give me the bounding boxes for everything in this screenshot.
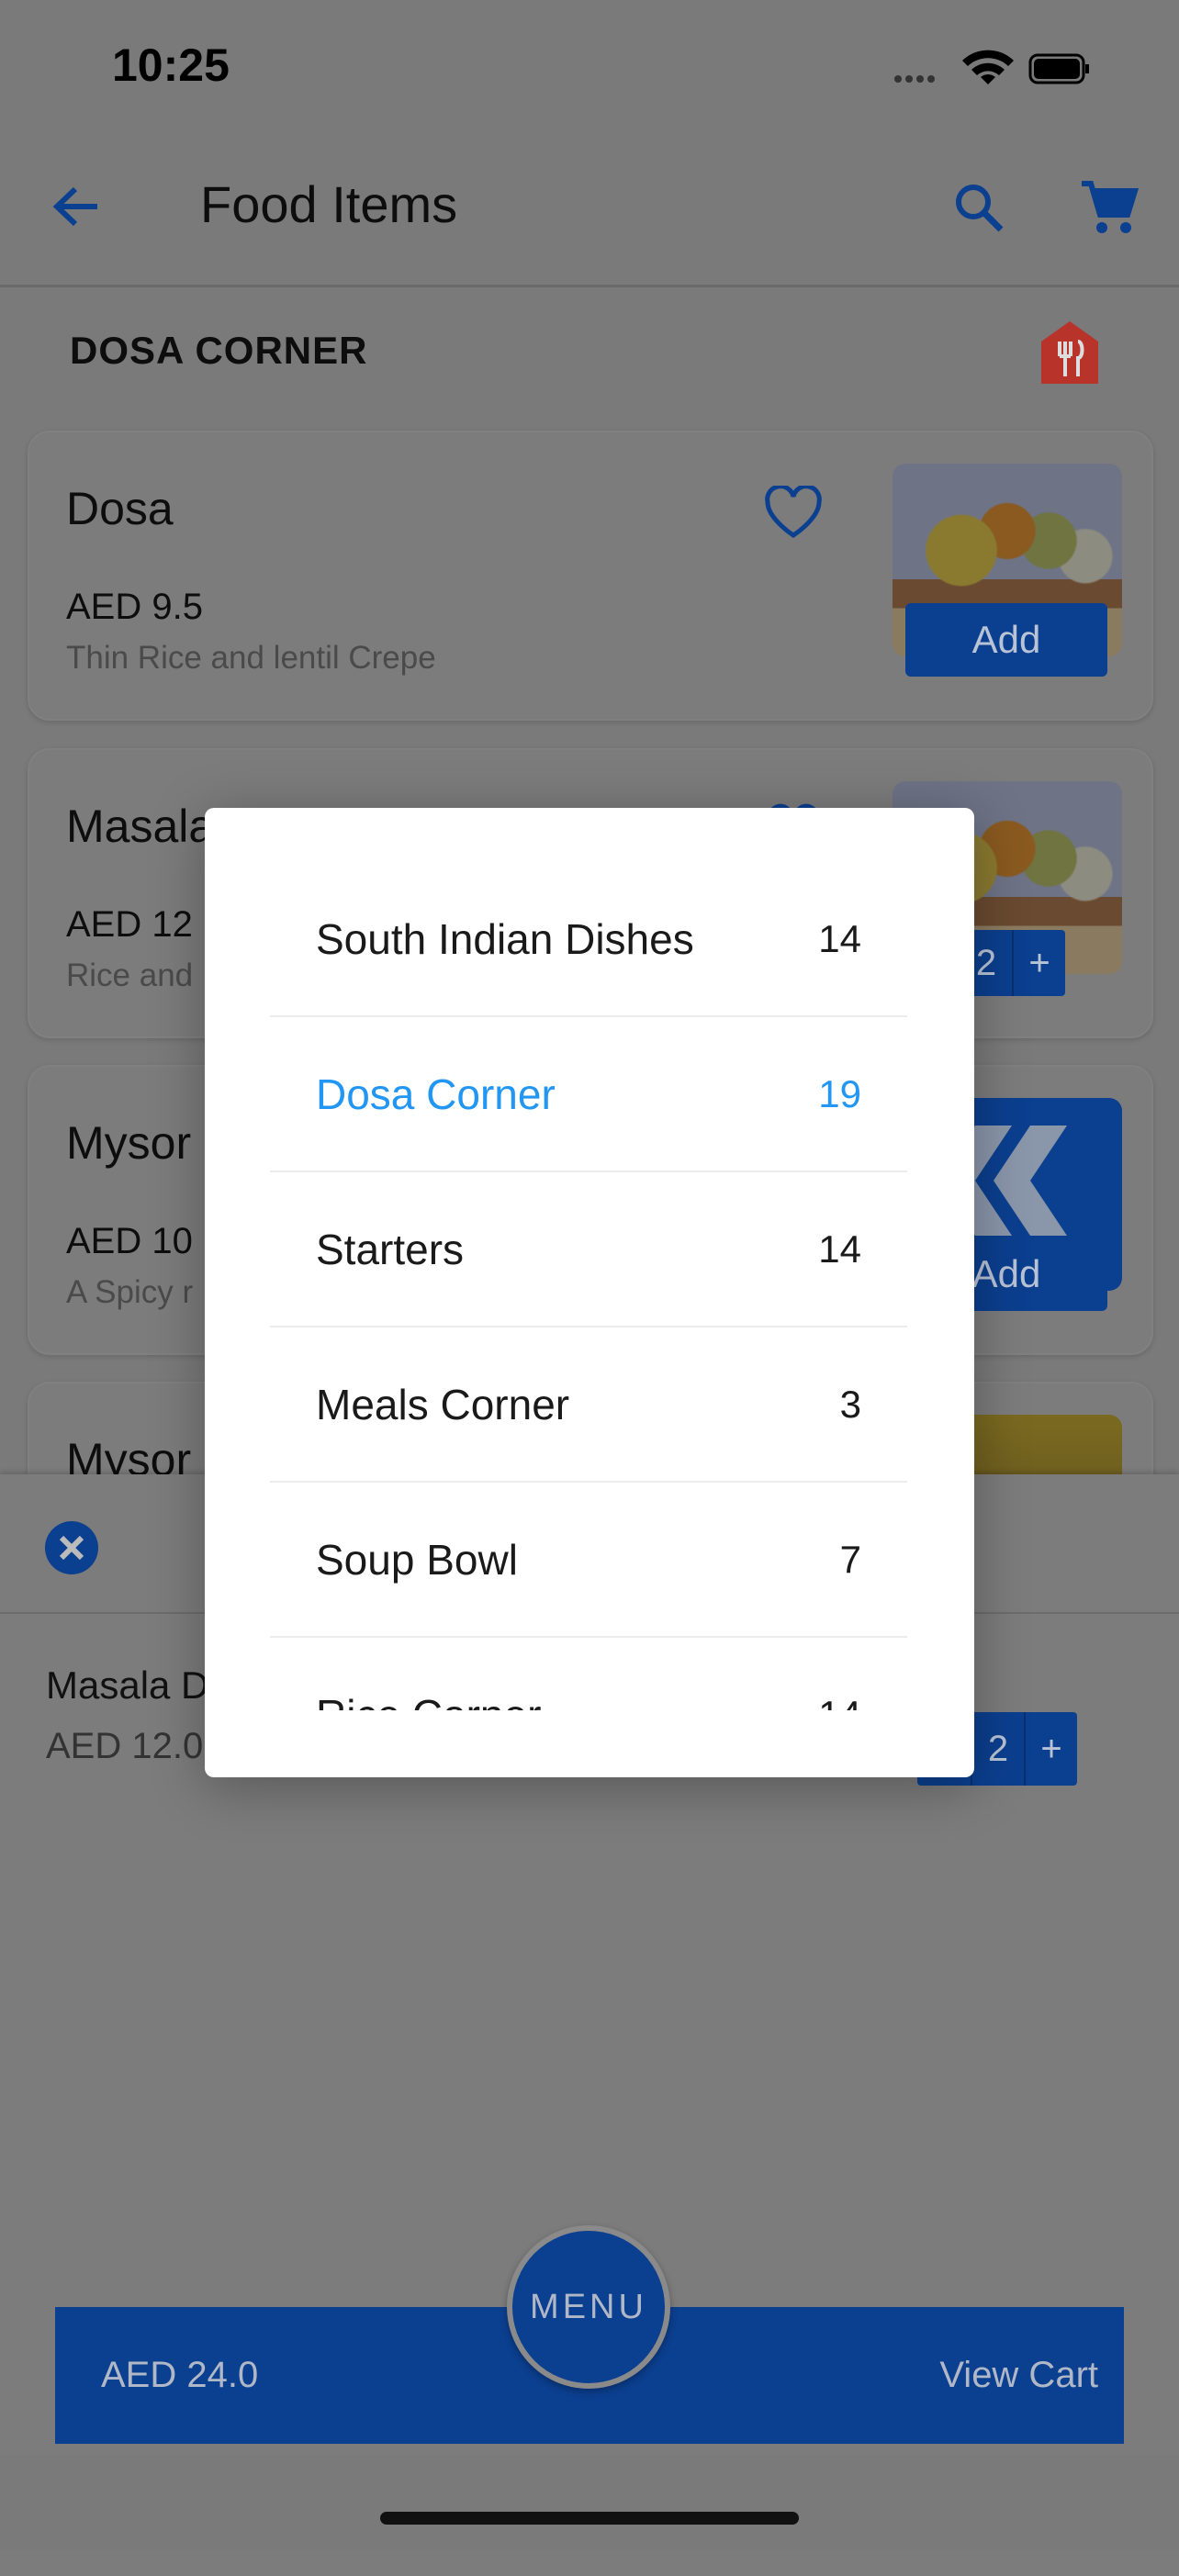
category-item[interactable]: Starters 14 xyxy=(270,1172,907,1327)
status-icons xyxy=(894,50,1089,84)
restaurant-icon xyxy=(1041,321,1098,384)
cart-total: AED 24.0 xyxy=(101,2355,259,2395)
category-count: 14 xyxy=(818,1693,861,1711)
category-count: 14 xyxy=(818,916,861,960)
category-item[interactable]: Soup Bowl 7 xyxy=(270,1483,907,1638)
back-arrow-icon[interactable] xyxy=(51,184,103,230)
category-item[interactable]: Meals Corner 3 xyxy=(270,1327,907,1483)
close-icon[interactable] xyxy=(44,1520,99,1575)
header-divider xyxy=(0,285,1179,287)
page-title: Food Items xyxy=(200,175,458,233)
increment-button[interactable]: + xyxy=(1012,930,1065,996)
category-count: 14 xyxy=(818,1226,861,1271)
item-name: Dosa xyxy=(66,483,174,534)
category-item[interactable]: South Indian Dishes 14 xyxy=(270,862,907,1017)
category-item[interactable]: Dosa Corner 19 xyxy=(270,1017,907,1172)
category-count: 7 xyxy=(839,1537,861,1581)
category-count: 19 xyxy=(818,1071,861,1115)
item-name: Masala xyxy=(66,801,215,852)
category-label: Starters xyxy=(316,1225,465,1273)
category-label: South Indian Dishes xyxy=(316,914,694,963)
item-price: AED 12 xyxy=(66,904,193,945)
item-description: Rice and xyxy=(66,958,194,993)
search-icon[interactable] xyxy=(951,180,1006,235)
item-description: A Spicy r xyxy=(66,1274,194,1310)
status-time: 10:25 xyxy=(112,39,230,91)
category-label: Rice Corner xyxy=(316,1690,541,1711)
menu-button[interactable]: MENU xyxy=(507,2225,670,2389)
cart-item-price: AED 12.0 xyxy=(46,1726,204,1766)
increment-button[interactable]: + xyxy=(1024,1712,1077,1786)
cart-icon[interactable] xyxy=(1080,178,1139,237)
view-cart-button[interactable]: View Cart xyxy=(939,2355,1098,2396)
category-list[interactable]: South Indian Dishes 14 Dosa Corner 19 Starte… xyxy=(270,808,907,1710)
section-title: DOSA CORNER xyxy=(70,329,368,372)
category-label: Meals Corner xyxy=(316,1380,570,1428)
quantity-value: 2 xyxy=(971,1712,1024,1786)
category-label: Soup Bowl xyxy=(316,1535,518,1584)
add-button[interactable]: Add xyxy=(905,603,1107,677)
item-price: AED 10 xyxy=(66,1221,193,1261)
category-item[interactable]: Rice Corner 14 xyxy=(270,1638,907,1711)
food-item-card[interactable]: Dosa AED 9.5 Thin Rice and lentil Crepe … xyxy=(28,431,1153,721)
cart-item-name: Masala D xyxy=(46,1663,209,1707)
heart-icon[interactable] xyxy=(764,486,823,539)
category-menu-modal: South Indian Dishes 14 Dosa Corner 19 Starte… xyxy=(205,808,974,1777)
category-count: 3 xyxy=(839,1382,861,1426)
item-price: AED 9.5 xyxy=(66,587,203,627)
home-indicator xyxy=(380,2512,799,2525)
item-description: Thin Rice and lentil Crepe xyxy=(66,640,436,676)
item-name: Mysor xyxy=(66,1117,192,1169)
bottom-safe-area xyxy=(0,2455,1179,2550)
category-label: Dosa Corner xyxy=(316,1070,556,1118)
